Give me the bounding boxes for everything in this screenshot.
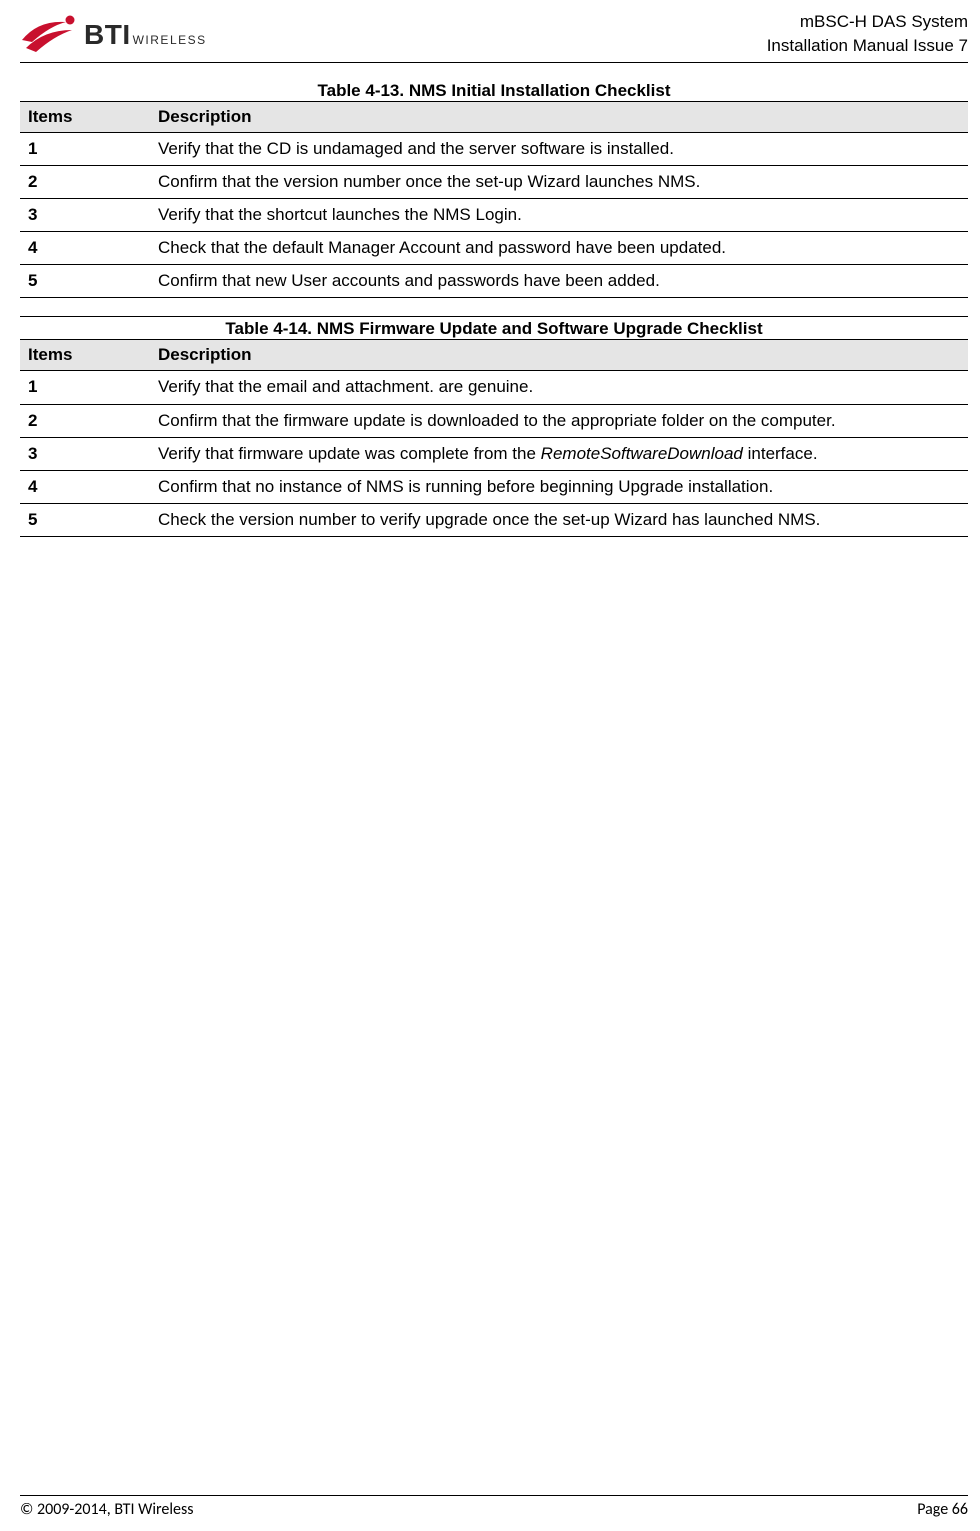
th-description: Description xyxy=(150,340,968,371)
cell-item: 4 xyxy=(20,470,150,503)
th-description: Description xyxy=(150,102,968,133)
cell-desc: Verify that the email and attachment. ar… xyxy=(150,371,968,404)
table-caption-1: Table 4-13. NMS Initial Installation Che… xyxy=(20,81,968,101)
cell-desc: Confirm that no instance of NMS is runni… xyxy=(150,470,968,503)
cell-desc: Confirm that the firmware update is down… xyxy=(150,404,968,437)
logo: BTI WIRELESS xyxy=(20,10,207,58)
logo-text-bti: BTI xyxy=(84,19,131,51)
logo-text-wireless: WIRELESS xyxy=(133,33,207,47)
cell-desc: Check the version number to verify upgra… xyxy=(150,503,968,536)
doc-title-line2: Installation Manual Issue 7 xyxy=(767,34,968,58)
page-footer: © 2009-2014, BTI Wireless Page 66 xyxy=(20,1495,968,1519)
table-row: 1 Verify that the email and attachment. … xyxy=(20,371,968,404)
bti-swoosh-icon xyxy=(20,12,78,58)
table-caption-2: Table 4-14. NMS Firmware Update and Soft… xyxy=(20,316,968,339)
table-row: 1 Verify that the CD is undamaged and th… xyxy=(20,133,968,166)
cell-item: 2 xyxy=(20,404,150,437)
page-header: BTI WIRELESS mBSC-H DAS System Installat… xyxy=(20,10,968,63)
cell-desc: Confirm that the version number once the… xyxy=(150,166,968,199)
table-row: 2 Confirm that the version number once t… xyxy=(20,166,968,199)
cell-desc: Verify that firmware update was complete… xyxy=(150,437,968,470)
doc-title-line1: mBSC-H DAS System xyxy=(767,10,968,34)
table-row: 5 Check the version number to verify upg… xyxy=(20,503,968,536)
cell-item: 5 xyxy=(20,265,150,298)
table-row: 5 Confirm that new User accounts and pas… xyxy=(20,265,968,298)
cell-desc: Check that the default Manager Account a… xyxy=(150,232,968,265)
th-items: Items xyxy=(20,102,150,133)
table-row: 4 Confirm that no instance of NMS is run… xyxy=(20,470,968,503)
cell-desc: Verify that the CD is undamaged and the … xyxy=(150,133,968,166)
table-row: 3 Verify that the shortcut launches the … xyxy=(20,199,968,232)
cell-item: 3 xyxy=(20,437,150,470)
table-row: 3 Verify that firmware update was comple… xyxy=(20,437,968,470)
cell-item: 1 xyxy=(20,371,150,404)
cell-desc: Confirm that new User accounts and passw… xyxy=(150,265,968,298)
table-nms-initial-install: Items Description 1 Verify that the CD i… xyxy=(20,101,968,298)
cell-item: 3 xyxy=(20,199,150,232)
cell-item: 4 xyxy=(20,232,150,265)
table-row: 2 Confirm that the firmware update is do… xyxy=(20,404,968,437)
cell-item: 1 xyxy=(20,133,150,166)
doc-title-block: mBSC-H DAS System Installation Manual Is… xyxy=(767,10,968,58)
th-items: Items xyxy=(20,340,150,371)
copyright: © 2009-2014, BTI Wireless xyxy=(20,1500,194,1519)
table-row: 4 Check that the default Manager Account… xyxy=(20,232,968,265)
table-nms-firmware-update: Items Description 1 Verify that the emai… xyxy=(20,339,968,536)
cell-item: 5 xyxy=(20,503,150,536)
cell-desc: Verify that the shortcut launches the NM… xyxy=(150,199,968,232)
cell-item: 2 xyxy=(20,166,150,199)
page-number: Page 66 xyxy=(917,1500,968,1519)
